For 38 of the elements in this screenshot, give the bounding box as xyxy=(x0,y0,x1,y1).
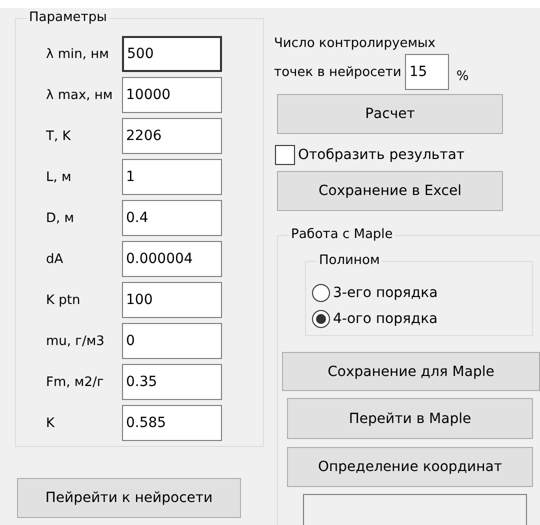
excel-save-button[interactable]: Сохранение в Excel xyxy=(277,171,503,211)
neural-network-button[interactable]: Пейрейти к нейросети xyxy=(17,478,241,518)
input-field[interactable]: 0.35 xyxy=(122,364,222,400)
radio-button[interactable] xyxy=(312,310,330,328)
checkbox-label: Отобразить результат xyxy=(298,147,465,163)
points-label: Число контролируемых xyxy=(274,35,436,53)
field-label: T, K xyxy=(45,128,72,144)
percent-sign: % xyxy=(456,68,469,84)
group-title: Работа с Maple xyxy=(289,227,395,243)
input-field[interactable]: 100 xyxy=(122,282,222,318)
radio-label: 4-ого порядка xyxy=(333,311,438,327)
radio-label: 3-его порядка xyxy=(333,285,438,301)
group-title: Параметры xyxy=(27,10,109,26)
percent-field[interactable]: 15 xyxy=(405,54,450,90)
radio-button[interactable] xyxy=(312,284,330,302)
maple-button[interactable]: Сохранение для Maple xyxy=(282,352,540,391)
field-label: mu, г/м3 xyxy=(45,334,106,348)
maple-button[interactable]: Перейти в Maple xyxy=(287,398,533,439)
input-field[interactable]: 0.000004 xyxy=(122,241,222,277)
field-label: Fm, м2/г xyxy=(45,374,105,390)
field-label: L, м xyxy=(45,170,72,184)
input-field[interactable]: 0 xyxy=(122,323,222,359)
field-label: D, м xyxy=(45,210,76,226)
field-label: dA xyxy=(45,252,64,266)
input-field[interactable]: 0.4 xyxy=(122,200,222,236)
calculate-button[interactable]: Расчет xyxy=(277,94,503,134)
points-label: точек в нейросети xyxy=(274,64,402,80)
input-field[interactable]: 10000 xyxy=(122,77,222,113)
maple-button[interactable]: Определение координат xyxy=(287,447,533,487)
input-field[interactable]: 0.585 xyxy=(122,405,222,441)
checkbox[interactable] xyxy=(275,145,295,165)
field-label: λ min, нм xyxy=(45,46,110,62)
field-label: λ max, нм xyxy=(45,88,114,102)
input-field[interactable]: 1 xyxy=(122,159,222,195)
input-field[interactable]: 2206 xyxy=(122,118,222,154)
input-field[interactable]: 500 xyxy=(122,36,222,72)
field-label: K xyxy=(45,416,56,430)
field-label: K ptn xyxy=(45,292,82,308)
